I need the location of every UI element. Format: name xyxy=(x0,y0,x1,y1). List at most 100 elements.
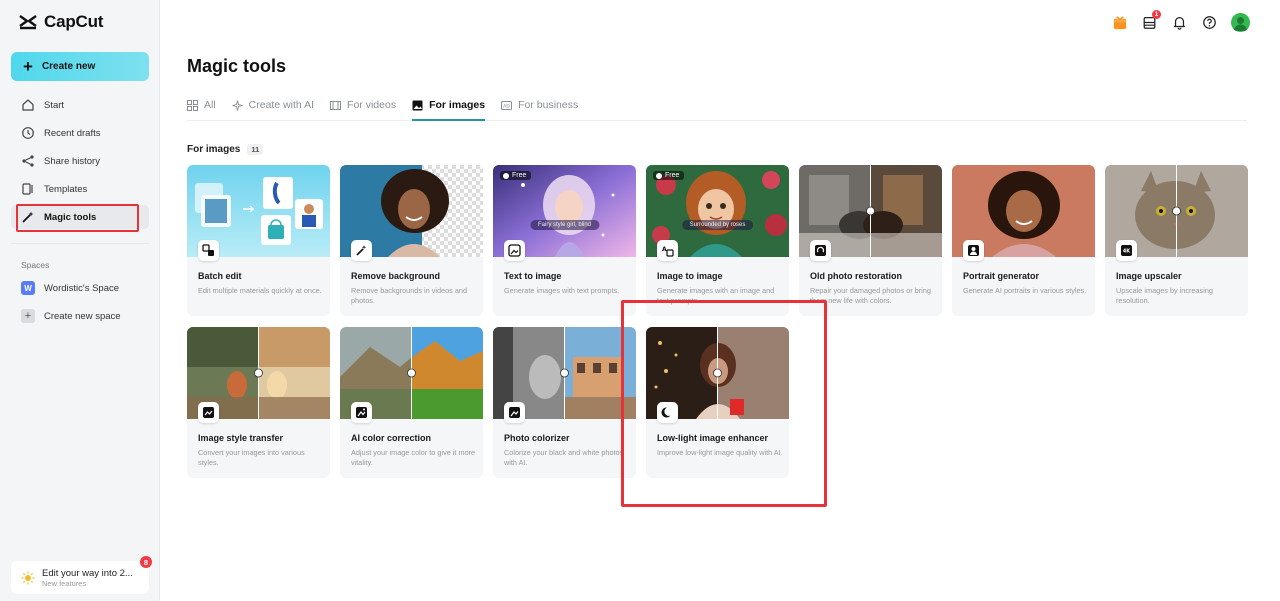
ad-icon: AD xyxy=(501,101,513,110)
topbar-actions: 1 xyxy=(1111,10,1250,32)
svg-text:4K: 4K xyxy=(1123,249,1131,255)
film-icon xyxy=(330,101,342,110)
tool-card-image-to-image[interactable]: Free Surrounded by roses A Image to imag… xyxy=(646,165,789,316)
sidebar: CapCut + Create new Start Recent drafts … xyxy=(0,0,160,601)
sidebar-item-share-history[interactable]: Share history xyxy=(11,149,149,173)
tool-title: Text to image xyxy=(504,271,562,281)
tool-card-remove-background[interactable]: Remove background Remove backgrounds in … xyxy=(340,165,483,316)
free-label: Free xyxy=(512,172,527,179)
home-icon xyxy=(22,99,34,111)
magic-wand-icon xyxy=(22,211,34,223)
category-tabs: All Create with AI For videos For images… xyxy=(187,95,1247,121)
create-new-button[interactable]: + Create new xyxy=(11,52,149,81)
batch-edit-icon xyxy=(198,240,219,261)
bell-icon[interactable] xyxy=(1171,14,1188,31)
tab-label: All xyxy=(204,99,216,111)
svg-text:A: A xyxy=(662,246,667,253)
tool-description: Colorize your black and white photos wit… xyxy=(504,448,624,467)
tool-card-old-photo-restoration[interactable]: Old photo restoration Repair your damage… xyxy=(799,165,942,316)
remove-background-icon xyxy=(351,240,372,261)
tab-for-business[interactable]: AD For business xyxy=(501,95,578,121)
plus-icon: + xyxy=(23,57,33,76)
tool-card-ai-color-correction[interactable]: AI color correction Adjust your image co… xyxy=(340,327,483,478)
tool-card-photo-colorizer[interactable]: Photo colorizer Colorize your black and … xyxy=(493,327,636,478)
tool-description: Convert your images into various styles. xyxy=(198,448,305,467)
sidebar-item-recent-drafts[interactable]: Recent drafts xyxy=(11,121,149,145)
sidebar-item-templates[interactable]: Templates xyxy=(11,177,149,201)
capcut-logo[interactable]: CapCut xyxy=(18,12,103,32)
capcut-logo-icon xyxy=(19,15,37,30)
spaces-heading: Spaces xyxy=(21,260,50,270)
tool-card-image-style-transfer[interactable]: Image style transfer Convert your images… xyxy=(187,327,330,478)
templates-icon xyxy=(22,183,33,195)
tool-card-text-to-image[interactable]: Free Fairy style girl, blind Text to ima… xyxy=(493,165,636,316)
section-title: For images xyxy=(187,144,241,155)
tool-description: Generate AI portraits in various styles. xyxy=(963,286,1087,295)
tab-for-images[interactable]: For images xyxy=(412,95,486,121)
page-title: Magic tools xyxy=(187,56,287,76)
svg-text:AD: AD xyxy=(503,104,510,110)
grid-icon xyxy=(187,100,198,111)
portrait-generator-icon xyxy=(963,240,984,261)
space-avatar: W xyxy=(21,281,35,295)
tool-card-low-light-image-enhancer[interactable]: Low-light image enhancer Improve low-lig… xyxy=(646,327,789,478)
gift-icon[interactable] xyxy=(1111,14,1128,31)
tool-title: Image style transfer xyxy=(198,433,284,443)
tool-description: Remove backgrounds in videos and photos. xyxy=(351,286,468,305)
tool-title: Batch edit xyxy=(198,271,242,281)
tool-card-portrait-generator[interactable]: Portrait generator Generate AI portraits… xyxy=(952,165,1095,316)
tab-for-videos[interactable]: For videos xyxy=(330,95,396,121)
tool-card-image-upscaler[interactable]: 4K Image upscaler Upscale images by incr… xyxy=(1105,165,1248,316)
photo-colorizer-icon xyxy=(504,402,525,423)
tool-title: Photo colorizer xyxy=(504,433,570,443)
free-badge: Free xyxy=(500,171,532,180)
tool-title: AI color correction xyxy=(351,433,432,443)
color-correction-icon xyxy=(351,402,372,423)
image-upscaler-icon: 4K xyxy=(1116,240,1137,261)
style-transfer-icon xyxy=(198,402,219,423)
free-badge: Free xyxy=(653,171,685,180)
create-new-space-button[interactable]: + Create new space xyxy=(11,304,149,328)
tab-label: For images xyxy=(429,99,486,111)
promo-subtitle: New features xyxy=(42,578,87,588)
tool-title: Image upscaler xyxy=(1116,271,1182,281)
tab-label: For videos xyxy=(347,99,397,111)
sidebar-item-label: Templates xyxy=(44,183,88,195)
tool-description: Improve low-light image quality with AI. xyxy=(657,448,783,457)
sidebar-item-label: Magic tools xyxy=(44,211,97,223)
free-dot-icon xyxy=(656,172,662,179)
tool-description: Edit multiple materials quickly at once. xyxy=(198,286,322,295)
tab-all[interactable]: All xyxy=(187,95,216,121)
share-icon xyxy=(22,155,34,167)
sidebar-item-magic-tools[interactable]: Magic tools xyxy=(11,205,149,229)
sidebar-item-label: Share history xyxy=(44,155,100,167)
free-dot-icon xyxy=(503,172,509,179)
promo-badge: 8 xyxy=(140,556,152,568)
tool-title: Portrait generator xyxy=(963,271,1040,281)
sidebar-item-label: Start xyxy=(44,99,65,111)
tool-title: Remove background xyxy=(351,271,441,281)
space-item-wordistic[interactable]: W Wordistic's Space xyxy=(11,276,149,300)
tab-label: For business xyxy=(518,99,579,111)
help-icon[interactable] xyxy=(1201,14,1218,31)
sidebar-item-start[interactable]: Start xyxy=(11,93,149,117)
inbox-icon[interactable]: 1 xyxy=(1141,10,1161,31)
image-icon xyxy=(412,100,423,111)
space-label: Create new space xyxy=(44,310,121,322)
user-avatar[interactable] xyxy=(1231,13,1250,32)
tool-card-batch-edit[interactable]: Batch edit Edit multiple materials quick… xyxy=(187,165,330,316)
tool-description: Adjust your image color to give it more … xyxy=(351,448,476,467)
tool-description: Repair your damaged photos or bring them… xyxy=(810,286,931,305)
tool-title: Low-light image enhancer xyxy=(657,433,769,443)
tool-description: Generate images with an image and text p… xyxy=(657,286,775,305)
tool-description: Generate images with text prompts. xyxy=(504,286,620,295)
tab-create-with-ai[interactable]: Create with AI xyxy=(232,95,314,121)
section-heading: For images 11 xyxy=(187,144,264,155)
tool-title: Old photo restoration xyxy=(810,271,902,281)
sparkle-icon xyxy=(232,100,243,111)
sidebar-divider xyxy=(11,243,149,244)
new-features-promo[interactable]: Edit your way into 2... New features 8 xyxy=(11,556,152,594)
tool-description: Upscale images by increasing resolution. xyxy=(1116,286,1213,305)
tool-count-badge: 11 xyxy=(247,144,264,155)
free-label: Free xyxy=(665,172,680,179)
